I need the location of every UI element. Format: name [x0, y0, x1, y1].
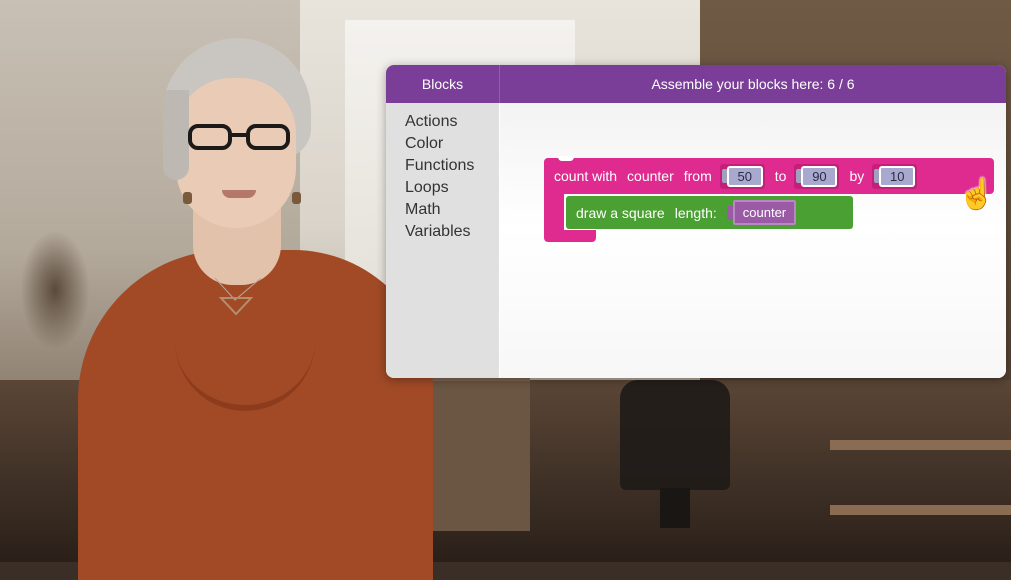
hand-pointer-icon: ☝ — [958, 178, 996, 211]
from-value-input[interactable]: 50 — [726, 165, 763, 187]
workspace-header-label: Assemble your blocks here: 6 / 6 — [651, 76, 855, 92]
block-toolbox: Actions Color Functions Loops Math Varia… — [386, 103, 499, 378]
toolbox-category-math[interactable]: Math — [405, 199, 499, 221]
earring-icon — [292, 192, 301, 204]
presenter-mouth — [222, 190, 256, 198]
blocks-editor-panel: Blocks Assemble your blocks here: 6 / 6 … — [386, 65, 1006, 378]
toolbox-category-functions[interactable]: Functions — [405, 155, 499, 177]
loop-label-from: from — [683, 168, 712, 184]
to-value-slot[interactable]: 90 — [794, 163, 840, 189]
presenter-hair-side — [163, 90, 189, 180]
earring-icon — [183, 192, 192, 204]
loop-block-spine — [544, 194, 564, 234]
loop-label-counter[interactable]: counter — [627, 168, 674, 184]
block-connector-notch — [558, 156, 574, 161]
length-variable-slot[interactable]: counter — [726, 200, 797, 225]
toolbox-category-variables[interactable]: Variables — [405, 221, 499, 243]
by-value-input[interactable]: 10 — [879, 165, 916, 187]
draw-square-block[interactable]: draw a square length: counter — [566, 196, 853, 229]
loop-block-header[interactable]: count with counter from 50 to 90 by 10 — [544, 156, 994, 194]
blocks-header-label: Blocks — [421, 76, 464, 92]
variable-connector-tab — [726, 205, 733, 220]
glasses-icon — [188, 124, 296, 152]
length-label: length: — [674, 204, 717, 221]
toolbox-category-actions[interactable]: Actions — [405, 111, 499, 133]
loop-label-count-with: count with — [554, 168, 618, 184]
toolbox-category-loops[interactable]: Loops — [405, 177, 499, 199]
panel-header: Blocks Assemble your blocks here: 6 / 6 — [386, 65, 1006, 103]
presenter-face — [176, 78, 296, 228]
toolbox-category-color[interactable]: Color — [405, 133, 499, 155]
by-value-slot[interactable]: 10 — [872, 163, 918, 189]
from-value-slot[interactable]: 50 — [719, 163, 765, 189]
to-value-input[interactable]: 90 — [801, 165, 838, 187]
draw-square-label: draw a square — [576, 204, 665, 221]
loop-label-by: by — [849, 168, 865, 184]
loop-label-to: to — [774, 168, 787, 184]
necklace-icon — [214, 278, 262, 316]
loop-block-footer — [544, 230, 596, 242]
counter-variable-block[interactable]: counter — [732, 200, 797, 225]
